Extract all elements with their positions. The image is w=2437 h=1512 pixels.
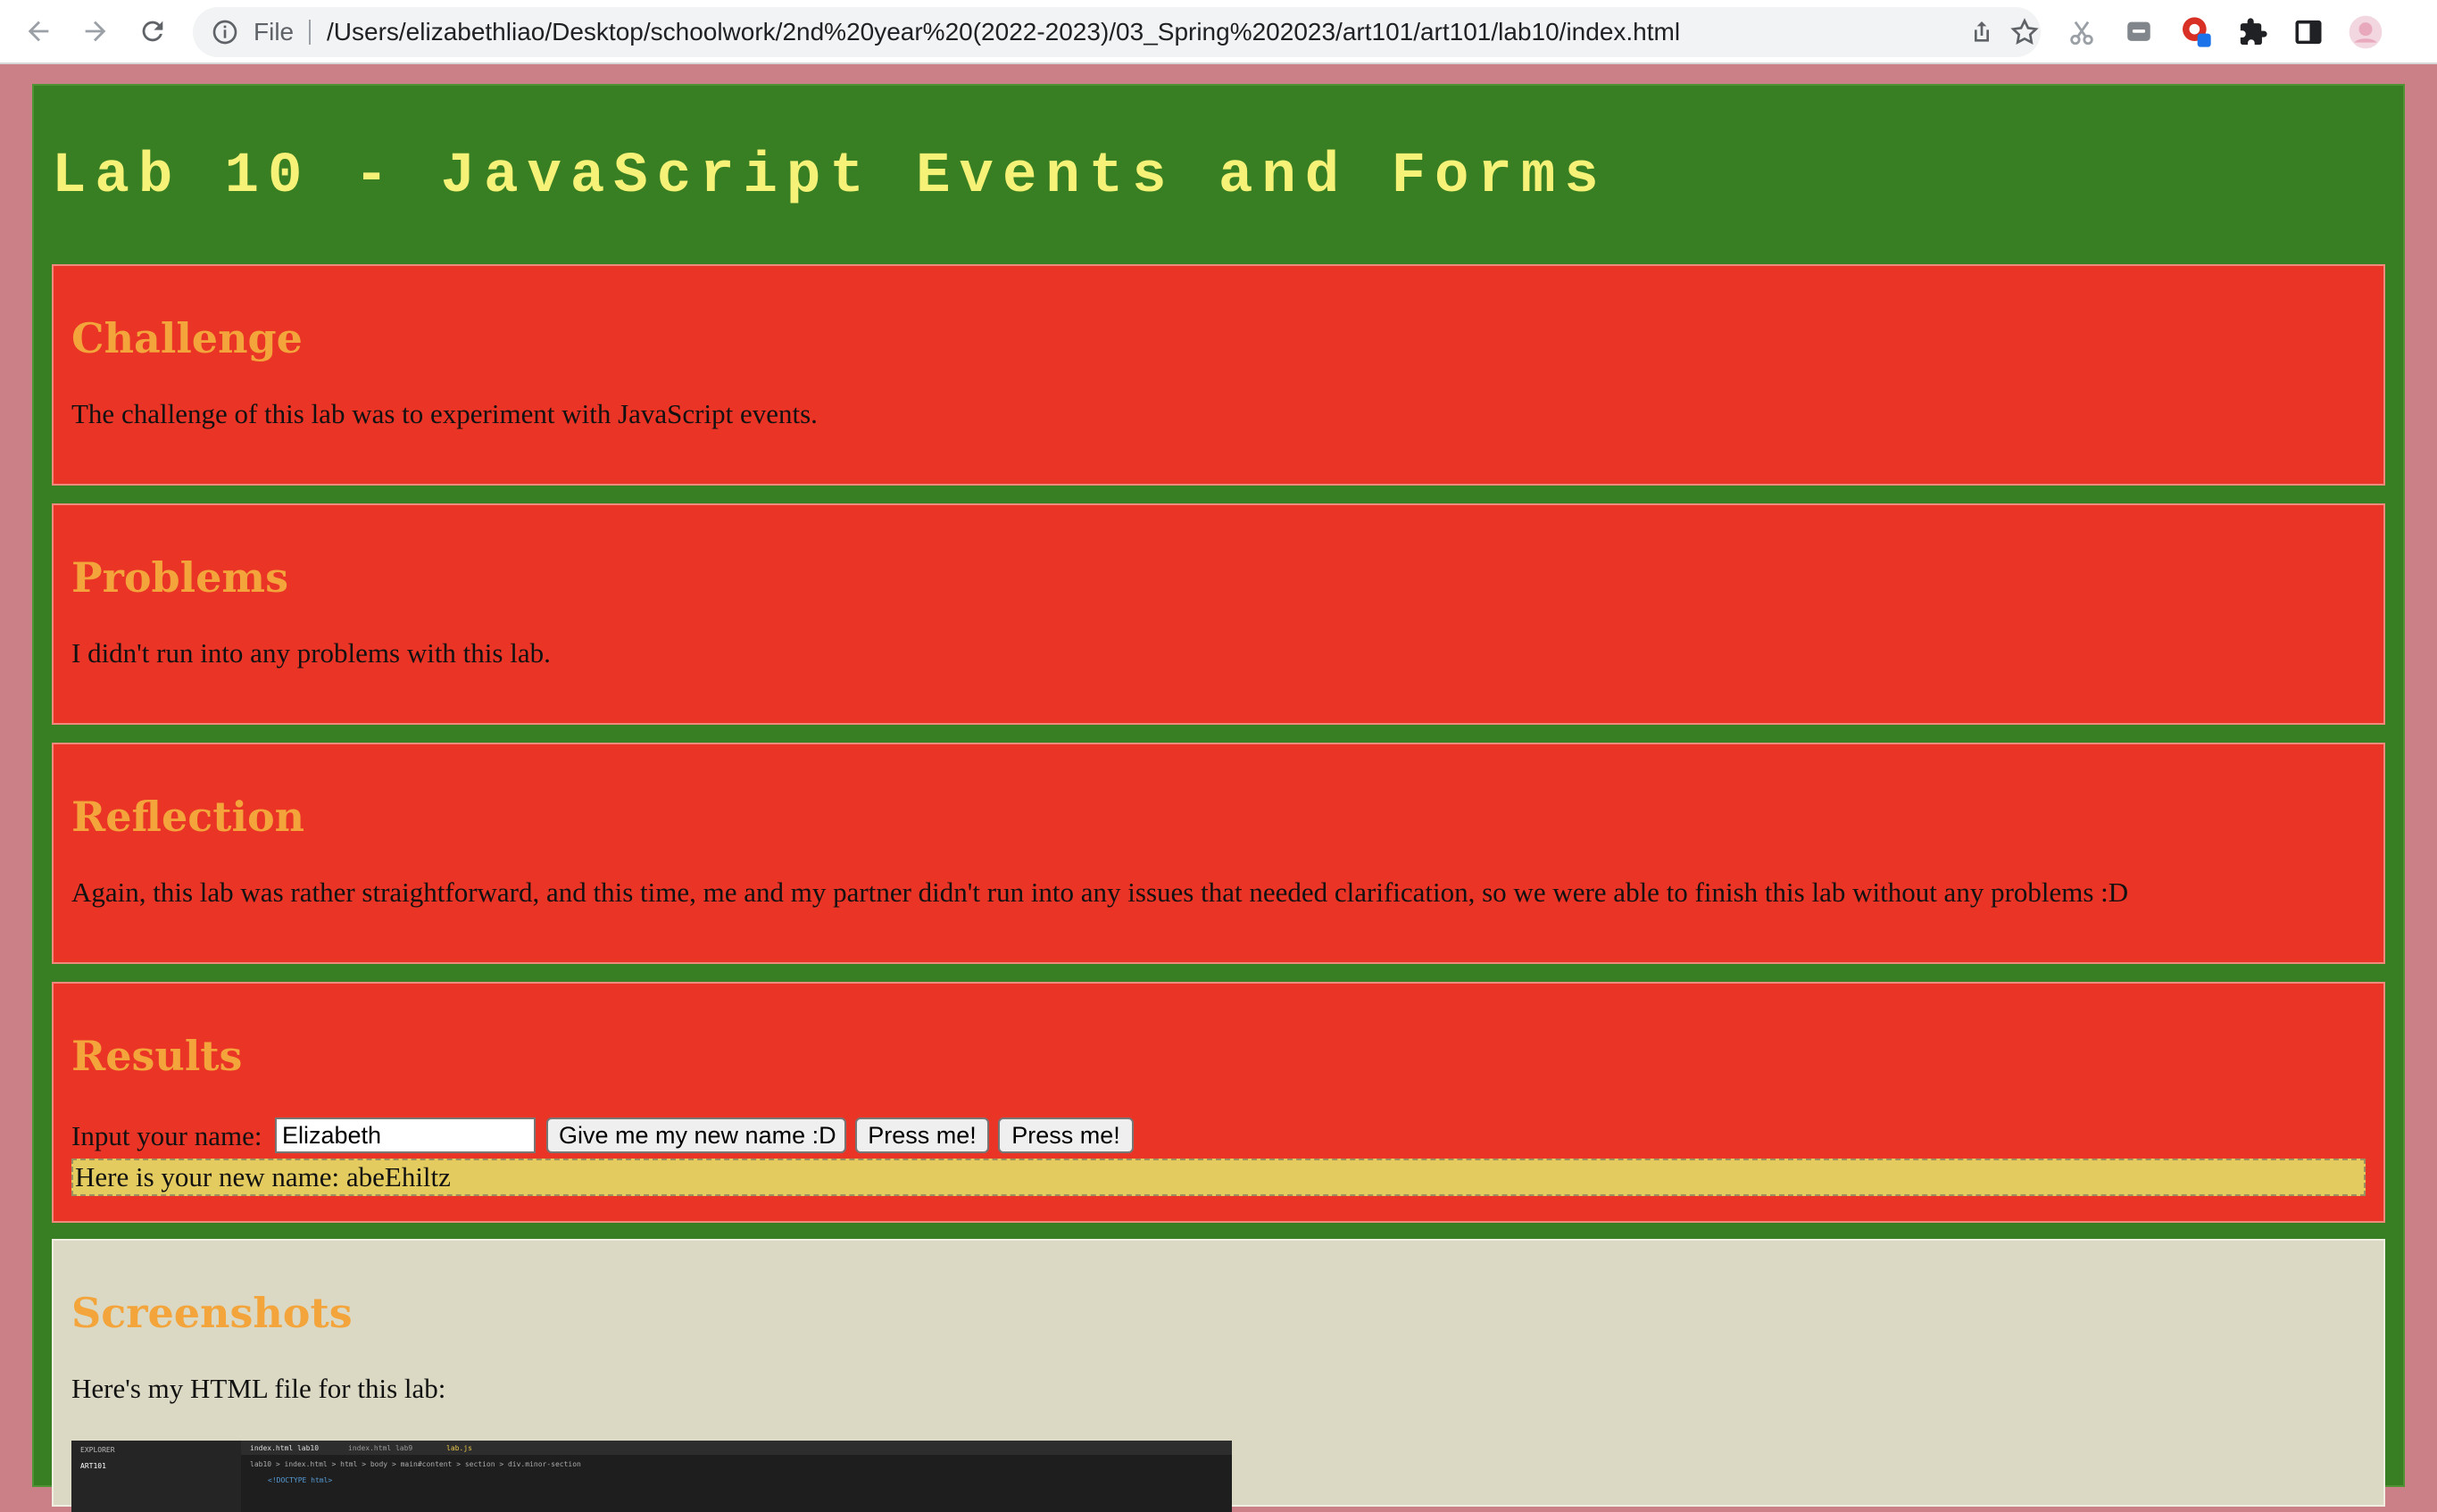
- info-icon[interactable]: [211, 18, 239, 46]
- new-name-output: Here is your new name: abeEhiltz: [71, 1159, 2366, 1196]
- press-me-button-2[interactable]: Press me!: [998, 1117, 1134, 1153]
- address-bar[interactable]: File /Users/elizabethliao/Desktop/school…: [193, 7, 2041, 57]
- challenge-heading: Challenge: [71, 314, 303, 362]
- reflection-section: Reflection Again, this lab was rather st…: [52, 743, 2385, 964]
- problems-text: I didn't run into any problems with this…: [71, 637, 551, 669]
- thumb-breadcrumb: lab10 > index.html > html > body > main#…: [250, 1460, 581, 1468]
- give-new-name-button[interactable]: Give me my new name :D: [546, 1117, 846, 1153]
- challenge-text: The challenge of this lab was to experim…: [71, 398, 818, 429]
- scissors-icon[interactable]: [2064, 14, 2100, 50]
- reflection-heading: Reflection: [71, 793, 305, 841]
- code-screenshot-image: EXPLORER ART101 index.html lab10 index.h…: [71, 1441, 1232, 1512]
- puzzle-icon[interactable]: [2235, 14, 2271, 50]
- screenshots-text: Here's my HTML file for this lab:: [71, 1373, 446, 1404]
- thumb-tab-1: index.html lab10: [250, 1444, 320, 1452]
- results-section: Results Input your name: Elizabeth Give …: [52, 982, 2385, 1223]
- share-icon[interactable]: [1967, 18, 1996, 46]
- problems-section: Problems I didn't run into any problems …: [52, 503, 2385, 725]
- page-title: Lab 10 - JavaScript Events and Forms: [52, 145, 1608, 209]
- sidepanel-icon[interactable]: [2291, 14, 2326, 50]
- thumb-folder-label: ART101: [80, 1462, 106, 1470]
- omnibox-divider: [309, 20, 311, 45]
- url-text[interactable]: /Users/elizabethliao/Desktop/schoolwork/…: [327, 7, 1680, 57]
- screenshots-heading: Screenshots: [71, 1289, 353, 1337]
- avatar[interactable]: [2348, 14, 2383, 50]
- reload-icon[interactable]: [134, 12, 171, 50]
- results-heading: Results: [71, 1032, 243, 1080]
- name-input[interactable]: Elizabeth: [275, 1117, 536, 1153]
- browser-toolbar: File /Users/elizabethliao/Desktop/school…: [0, 0, 2437, 64]
- scheme-label: File: [254, 18, 295, 46]
- record-icon[interactable]: [2178, 14, 2214, 50]
- name-input-label: Input your name:: [71, 1120, 262, 1151]
- back-arrow-icon[interactable]: [20, 12, 57, 50]
- screenshots-section: Screenshots Here's my HTML file for this…: [52, 1239, 2385, 1512]
- thumb-code-line: <!DOCTYPE html>: [268, 1476, 333, 1484]
- thumb-explorer-label: EXPLORER: [80, 1446, 115, 1454]
- thumb-tab-2: index.html lab9: [348, 1444, 413, 1452]
- star-icon[interactable]: [2009, 16, 2041, 48]
- press-me-button-1[interactable]: Press me!: [855, 1117, 989, 1153]
- forward-arrow-icon[interactable]: [77, 12, 114, 50]
- thumb-tab-3: lab.js: [446, 1444, 472, 1452]
- problems-heading: Problems: [71, 553, 288, 602]
- reflection-text: Again, this lab was rather straightforwa…: [71, 876, 2129, 908]
- chat-icon[interactable]: [2121, 14, 2157, 50]
- main-content: Lab 10 - JavaScript Events and Forms Cha…: [32, 84, 2405, 1512]
- challenge-section: Challenge The challenge of this lab was …: [52, 264, 2385, 486]
